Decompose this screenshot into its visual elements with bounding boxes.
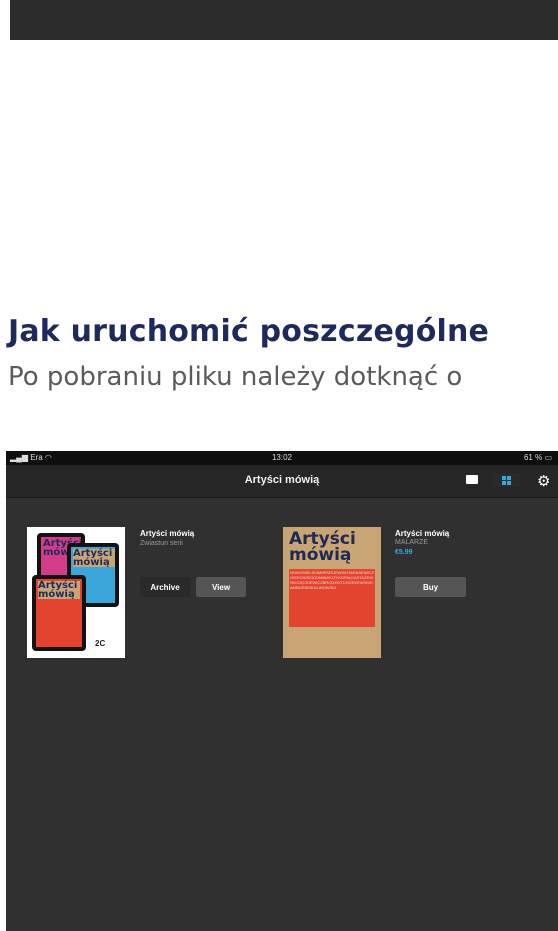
cover-malarze[interactable]: Artyści mówią NOWOSIELSKIMIERZEJEWSKITAR…	[283, 527, 381, 658]
cover-tablet-title: Artyści mówią	[38, 581, 80, 600]
publisher-logo: 2C	[95, 639, 106, 648]
app-nav-bar: Artyści mówią ⚙	[6, 465, 558, 498]
single-view-icon[interactable]	[466, 475, 478, 484]
item-title: Artyści mówią	[140, 529, 195, 538]
gear-icon[interactable]: ⚙	[537, 472, 550, 490]
cover-zwiastun[interactable]: Artyści mówią Artyści mówią Artyści mówi…	[27, 527, 125, 658]
battery-icon: ▭	[544, 453, 552, 462]
cover-tablet-title: Artyści mówią	[73, 549, 115, 568]
top-dark-bar	[10, 0, 558, 40]
page-heading: Jak uruchomić poszczególne	[8, 314, 490, 349]
item-subtitle: MALARZE	[395, 539, 429, 546]
item-title: Artyści mówią	[395, 529, 450, 538]
ios-status-bar: ▂▄▆ Era ◠ 13:02 61 % ▭	[6, 451, 558, 465]
battery-indicator: 61 % ▭	[524, 453, 552, 462]
grid-view-button[interactable]	[492, 473, 520, 487]
item-price: €5.99	[395, 549, 413, 556]
view-button[interactable]: View	[196, 577, 246, 597]
grid-view-icon	[501, 475, 511, 485]
page-subheading: Po pobraniu pliku należy dotknąć o	[8, 362, 463, 392]
item-subtitle: Zwiastun serii	[140, 540, 183, 547]
battery-percent: 61 %	[523, 453, 543, 462]
cover-footer	[289, 631, 375, 651]
cover-title: Artyści mówią	[289, 529, 356, 565]
buy-button[interactable]: Buy	[395, 577, 466, 597]
archive-button[interactable]: Archive	[140, 577, 190, 597]
status-time: 13:02	[271, 453, 293, 462]
cover-word-block: NOWOSIELSKIMIERZEJEWSKITARASEWICZGIEROWS…	[289, 569, 375, 627]
cover-tablet-front: Artyści mówią	[32, 575, 86, 651]
ipad-screenshot: ▂▄▆ Era ◠ 13:02 61 % ▭ Artyści mówią ⚙ A…	[6, 451, 558, 931]
